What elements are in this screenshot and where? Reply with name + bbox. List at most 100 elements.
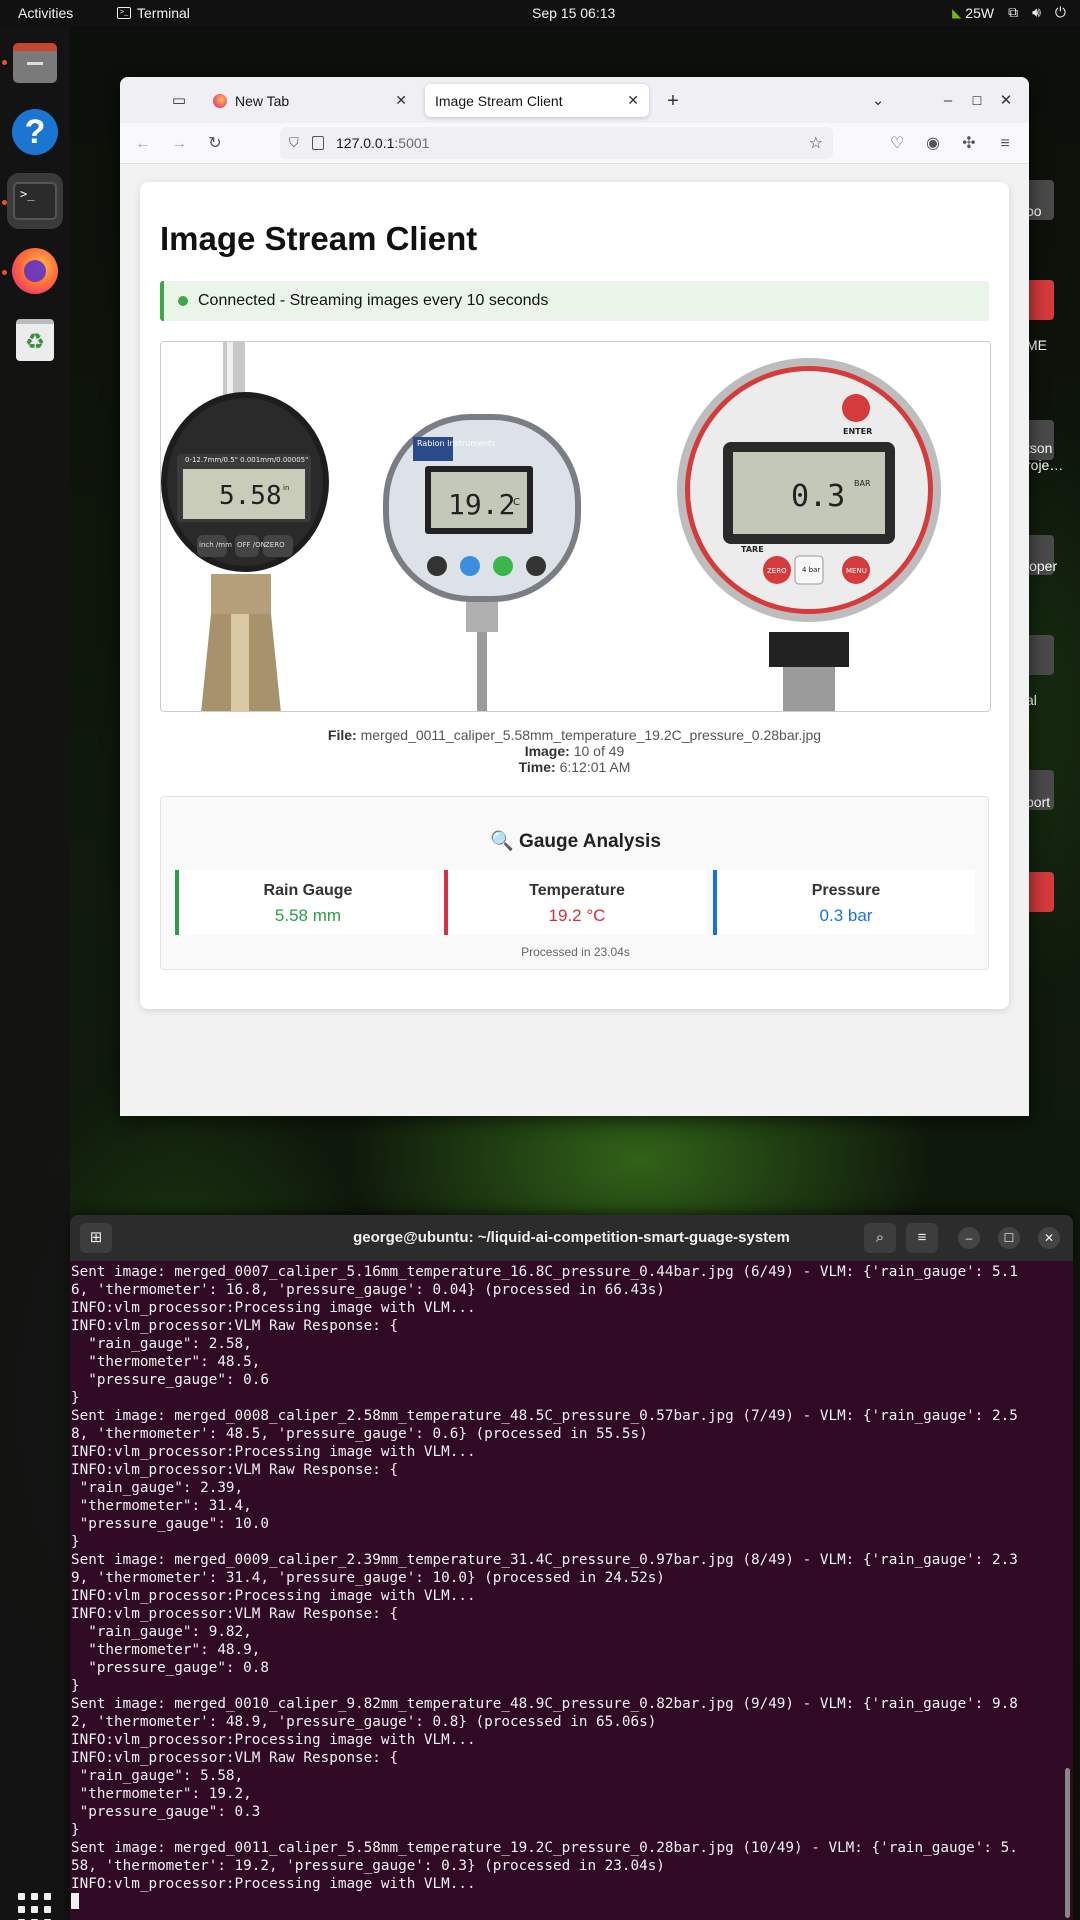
thermo-brand: Rabion Instruments xyxy=(417,439,495,448)
status-dot-icon xyxy=(178,296,188,306)
terminal-line: INFO:vlm_processor:Processing image with… xyxy=(71,1876,476,1892)
pressure-unit: BAR xyxy=(854,479,871,488)
caliper-button-label: inch /mm xyxy=(199,541,232,549)
minimize-icon[interactable]: – xyxy=(958,1227,980,1249)
terminal-line: } xyxy=(71,1390,80,1406)
pressure-reading: 0.3 xyxy=(791,479,845,514)
desktop-icon-label: loper xyxy=(1026,558,1058,574)
terminal-cursor xyxy=(71,1893,79,1909)
search-icon[interactable]: ⌕ xyxy=(864,1223,896,1253)
new-tab-button[interactable]: + xyxy=(661,89,685,113)
caliper-gauge: 5.58 in 0-12.7mm/0.5" 0.001mm/0.00005" i… xyxy=(161,342,329,711)
maximize-icon[interactable]: ☐ xyxy=(965,89,989,113)
dock-firefox[interactable] xyxy=(7,243,63,299)
file-name: merged_0011_caliper_5.58mm_temperature_1… xyxy=(360,727,822,743)
power-icon[interactable]: ⏻ xyxy=(1055,4,1066,21)
terminal-output[interactable]: Sent image: merged_0007_caliper_5.16mm_t… xyxy=(71,1263,1061,1920)
tab-label: New Tab xyxy=(235,92,290,109)
terminal-icon: >_ xyxy=(13,182,57,220)
thermo-unit: C xyxy=(513,497,520,508)
file-label: File: xyxy=(327,727,357,743)
close-window-icon[interactable]: ✕ xyxy=(994,89,1018,113)
network-icon[interactable]: ⧉ xyxy=(1008,4,1018,21)
firefox-view-icon[interactable]: ▭ xyxy=(167,89,191,113)
terminal-line: 6, 'thermometer': 16.8, 'pressure_gauge'… xyxy=(71,1282,665,1298)
dock: ? >_ ♻ xyxy=(0,27,70,1920)
volume-icon[interactable]: 🔊︎ xyxy=(1032,4,1041,21)
terminal-line: INFO:vlm_processor:VLM Raw Response: { xyxy=(71,1750,399,1766)
close-icon[interactable]: ✕ xyxy=(1038,1227,1060,1249)
analysis-heading-text: Gauge Analysis xyxy=(519,831,661,852)
hamburger-menu-icon[interactable]: ≡ xyxy=(906,1223,938,1253)
reload-icon[interactable]: ↻ xyxy=(203,132,227,156)
url-port: :5001 xyxy=(394,135,430,151)
system-tray[interactable]: ◣ 25W ⧉ 🔊︎ ⏻ xyxy=(952,4,1066,21)
list-tabs-icon[interactable]: ⌄ xyxy=(866,89,890,113)
forward-icon[interactable]: → xyxy=(167,132,191,156)
metric-value: 5.58 mm xyxy=(274,906,342,925)
terminal-line: "pressure_gauge": 10.0 xyxy=(71,1516,269,1532)
dock-terminal[interactable]: >_ xyxy=(7,173,63,229)
pressure-zero-label: ZERO xyxy=(767,567,787,575)
shield-icon[interactable]: ⛉ xyxy=(289,135,303,151)
close-tab-icon[interactable]: ✕ xyxy=(395,92,407,109)
terminal-line: "pressure_gauge": 0.3 xyxy=(71,1804,261,1820)
app-menu[interactable]: >_ Terminal xyxy=(117,5,190,21)
terminal-line: "pressure_gauge": 0.6 xyxy=(71,1372,269,1388)
dock-help[interactable]: ? xyxy=(7,104,63,160)
menu-icon[interactable]: ≡ xyxy=(993,132,1017,156)
terminal-line: "thermometer": 31.4, xyxy=(71,1498,252,1514)
app-menu-label: Terminal xyxy=(137,5,190,21)
close-tab-icon[interactable]: ✕ xyxy=(627,92,639,109)
maximize-icon[interactable]: ☐ xyxy=(998,1227,1020,1249)
terminal-line: INFO:vlm_processor:Processing image with… xyxy=(71,1444,476,1460)
pocket-icon[interactable]: ♡ xyxy=(885,132,909,156)
terminal-scrollbar[interactable] xyxy=(1065,1768,1070,1918)
desktop-icon-label: tson roje… xyxy=(1026,440,1064,473)
terminal-line: "rain_gauge": 9.82, xyxy=(71,1624,252,1640)
minimize-icon[interactable]: – xyxy=(936,89,960,113)
url-text: 127.0.0.1:5001 xyxy=(336,135,429,151)
terminal-line: "pressure_gauge": 0.8 xyxy=(71,1660,269,1676)
terminal-line: Sent image: merged_0008_caliper_2.58mm_t… xyxy=(71,1408,1018,1424)
activities-button[interactable]: Activities xyxy=(18,5,73,21)
metric-pressure: Pressure 0.3 bar xyxy=(713,870,975,935)
image-index: 10 of 49 xyxy=(573,743,625,759)
main-card: Image Stream Client Connected - Streamin… xyxy=(140,182,1009,1009)
back-icon[interactable]: ← xyxy=(131,132,155,156)
terminal-line: INFO:vlm_processor:Processing image with… xyxy=(71,1588,476,1604)
terminal-line: INFO:vlm_processor:VLM Raw Response: { xyxy=(71,1318,399,1334)
dock-files[interactable] xyxy=(7,35,63,91)
help-icon: ? xyxy=(12,109,58,155)
page-content: Image Stream Client Connected - Streamin… xyxy=(120,164,1029,1116)
pressure-center-label: 4 bar xyxy=(802,566,820,574)
metric-temperature: Temperature 19.2 °C xyxy=(444,870,706,935)
terminal-line: 58, 'thermometer': 19.2, 'pressure_gauge… xyxy=(71,1858,665,1874)
tab-image-stream-client[interactable]: Image Stream Client ✕ xyxy=(425,84,649,117)
browser-window: ▭ New Tab ✕ Image Stream Client ✕ + ⌄ – … xyxy=(120,77,1029,1116)
image-label: Image: xyxy=(524,743,570,759)
url-bar[interactable]: ⛉ 127.0.0.1:5001 ☆ xyxy=(280,127,833,159)
terminal-window: ⊞ george@ubuntu: ~/liquid-ai-competition… xyxy=(70,1215,1073,1920)
dock-trash[interactable]: ♻ xyxy=(7,312,63,368)
page-icon xyxy=(312,136,324,150)
bookmark-star-icon[interactable]: ☆ xyxy=(809,133,823,153)
show-apps-icon[interactable] xyxy=(18,1893,52,1920)
terminal-line: INFO:vlm_processor:Processing image with… xyxy=(71,1732,476,1748)
terminal-line: "thermometer": 48.9, xyxy=(71,1642,261,1658)
top-bar: Activities >_ Terminal Sep 15 06:13 ◣ 25… xyxy=(0,0,1080,27)
status-text: Connected - Streaming images every 10 se… xyxy=(198,292,549,309)
terminal-line: Sent image: merged_0009_caliper_2.39mm_t… xyxy=(71,1552,1018,1568)
pressure-gauge: ENTER 0.3 BAR TARE ZERO 4 bar MENU xyxy=(677,358,941,711)
power-draw-label: 25W xyxy=(965,4,995,21)
extensions-icon[interactable]: ✣ xyxy=(957,132,981,156)
clock[interactable]: Sep 15 06:13 xyxy=(532,5,615,21)
tab-new-tab[interactable]: New Tab ✕ xyxy=(203,84,417,117)
terminal-header: ⊞ george@ubuntu: ~/liquid-ai-competition… xyxy=(70,1215,1073,1261)
metric-label: Temperature xyxy=(529,882,625,899)
terminal-line: Sent image: merged_0007_caliper_5.16mm_t… xyxy=(71,1264,1018,1280)
desktop-icon-label: ME xyxy=(1026,337,1047,353)
power-indicator[interactable]: ◣ 25W xyxy=(952,5,994,21)
caliper-reading: 5.58 xyxy=(219,481,282,511)
account-icon[interactable]: ◉ xyxy=(921,132,945,156)
